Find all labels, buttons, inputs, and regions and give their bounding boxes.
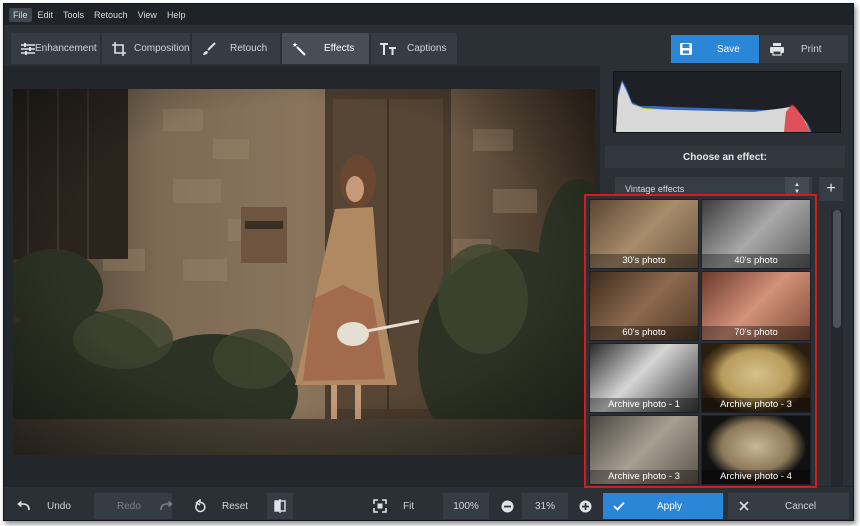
minus-circle-icon bbox=[501, 500, 514, 513]
effect-label: 40's photo bbox=[702, 254, 810, 268]
save-button[interactable]: Save bbox=[671, 35, 759, 63]
tab-label: Composition bbox=[134, 43, 190, 54]
effect-label: 60's photo bbox=[590, 326, 698, 340]
cancel-label: Cancel bbox=[785, 500, 817, 512]
zoom-in-button[interactable] bbox=[574, 493, 596, 519]
tab-label: Enhancement bbox=[35, 43, 97, 54]
redo-label: Redo bbox=[117, 500, 141, 512]
tab-captions[interactable]: Captions bbox=[371, 33, 458, 64]
effect-label: Archive photo - 3 bbox=[590, 470, 698, 484]
menu-view[interactable]: View bbox=[134, 8, 161, 22]
undo-button[interactable]: Undo bbox=[11, 493, 89, 519]
brush-icon bbox=[200, 40, 218, 58]
printer-icon bbox=[769, 42, 785, 56]
canvas-area bbox=[4, 66, 600, 486]
undo-icon bbox=[17, 501, 31, 511]
effect-label: 70's photo bbox=[702, 326, 810, 340]
tab-retouch[interactable]: Retouch bbox=[192, 33, 281, 64]
zoom-level-display[interactable]: 31% bbox=[522, 493, 568, 519]
print-label: Print bbox=[801, 43, 822, 55]
tab-label: Retouch bbox=[230, 43, 268, 54]
reset-icon bbox=[194, 499, 206, 513]
menu-edit[interactable]: Edit bbox=[34, 8, 58, 22]
plus-circle-icon bbox=[579, 500, 592, 513]
effect-thumb-archive-1[interactable]: Archive photo - 1 bbox=[589, 343, 699, 413]
effect-thumb-70s[interactable]: 70's photo bbox=[701, 271, 811, 341]
menu-help[interactable]: Help bbox=[163, 8, 190, 22]
fit-screen-icon bbox=[373, 499, 387, 513]
toolbar: Enhancement Composition Retouch Effects … bbox=[4, 25, 853, 66]
check-icon bbox=[613, 501, 625, 511]
tab-label: Effects bbox=[324, 43, 355, 54]
menu-tools[interactable]: Tools bbox=[59, 8, 88, 22]
save-label: Save bbox=[717, 43, 740, 55]
effects-thumbnail-grid: 30's photo 40's photo 60's photo 70's ph… bbox=[584, 194, 817, 488]
close-icon bbox=[739, 501, 749, 511]
effect-label: Archive photo - 3 bbox=[702, 398, 810, 412]
scrollbar-thumb[interactable] bbox=[833, 210, 841, 328]
tab-composition[interactable]: Composition bbox=[102, 33, 191, 64]
effect-thumb-30s[interactable]: 30's photo bbox=[589, 199, 699, 269]
reset-button[interactable]: Reset bbox=[186, 493, 262, 519]
effect-thumb-archive-3b[interactable]: Archive photo - 3 bbox=[589, 415, 699, 485]
reset-label: Reset bbox=[222, 500, 249, 512]
cancel-button[interactable]: Cancel bbox=[728, 493, 849, 519]
magic-wand-icon bbox=[290, 40, 308, 58]
undo-label: Undo bbox=[47, 500, 71, 512]
redo-icon bbox=[159, 501, 173, 511]
text-icon bbox=[379, 40, 397, 58]
apply-label: Apply bbox=[657, 500, 683, 512]
zoom-100-button[interactable]: 100% bbox=[443, 493, 489, 519]
floppy-disk-icon bbox=[679, 42, 693, 56]
effect-thumb-40s[interactable]: 40's photo bbox=[701, 199, 811, 269]
effect-label: Archive photo - 1 bbox=[590, 398, 698, 412]
effect-thumb-60s[interactable]: 60's photo bbox=[589, 271, 699, 341]
effect-thumb-archive-3[interactable]: Archive photo - 3 bbox=[701, 343, 811, 413]
choose-effect-label: Choose an effect: bbox=[605, 146, 845, 168]
tab-label: Captions bbox=[407, 43, 447, 54]
menu-retouch[interactable]: Retouch bbox=[90, 8, 132, 22]
redo-button[interactable]: Redo bbox=[94, 493, 173, 519]
bottom-bar: Undo Redo Reset Fit 100% 31% Apply Cance… bbox=[4, 486, 853, 520]
apply-button[interactable]: Apply bbox=[603, 493, 723, 519]
menu-bar: File Edit Tools Retouch View Help bbox=[4, 4, 853, 25]
zoom-out-button[interactable] bbox=[496, 493, 518, 519]
effect-label: Archive photo - 4 bbox=[702, 470, 810, 484]
effect-label: 30's photo bbox=[590, 254, 698, 268]
menu-file[interactable]: File bbox=[9, 7, 32, 22]
effect-thumb-archive-4[interactable]: Archive photo - 4 bbox=[701, 415, 811, 485]
histogram bbox=[613, 71, 841, 133]
print-button[interactable]: Print bbox=[760, 35, 848, 63]
add-effect-button[interactable]: + bbox=[819, 177, 843, 201]
tab-effects[interactable]: Effects bbox=[282, 33, 370, 64]
crop-icon bbox=[110, 40, 128, 58]
compare-icon bbox=[274, 499, 286, 513]
photo-canvas[interactable] bbox=[13, 89, 595, 455]
fit-button[interactable]: Fit bbox=[365, 493, 437, 519]
tab-enhancement[interactable]: Enhancement bbox=[11, 33, 101, 64]
vintage-photo bbox=[13, 89, 595, 455]
compare-button[interactable] bbox=[267, 493, 293, 519]
fit-label: Fit bbox=[403, 500, 415, 512]
